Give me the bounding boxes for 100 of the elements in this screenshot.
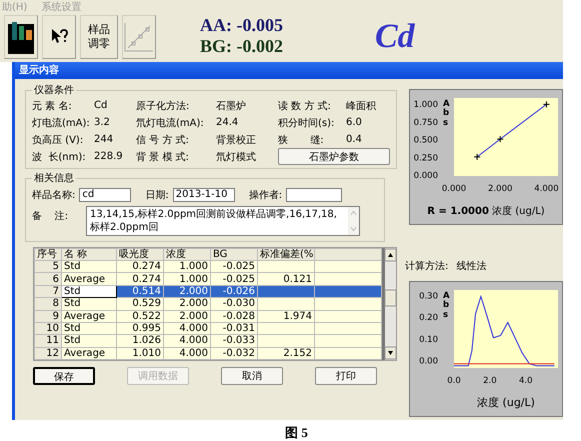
field-label: 积分时间(s): — [278, 116, 336, 130]
row-number: 6 — [34, 272, 62, 286]
table-cell: Std — [62, 260, 116, 273]
date-field[interactable]: 2013-1-10 — [172, 188, 235, 202]
dialog-title: 显示内容 — [15, 62, 563, 79]
field-value: 石墨炉 — [216, 100, 247, 112]
axis-tick-label: 0.30 — [419, 292, 438, 302]
data-point — [542, 100, 550, 108]
table-cell: Std — [62, 298, 116, 310]
figure-caption: 图 5 — [284, 424, 309, 441]
axis-tick-label: 0.250 — [414, 153, 438, 164]
reading-text: BG: -0.002 — [200, 36, 283, 57]
reading-text: AA: -0.005 — [200, 15, 283, 36]
column-header: BG — [210, 248, 258, 260]
table-row[interactable]: 8 Std 0.529 2.000 -0.030 — [34, 298, 382, 310]
table-cell: -0.025 — [210, 272, 258, 286]
column-header: 吸光度 — [116, 248, 164, 260]
axis-tick-label: 0.0 — [447, 376, 461, 386]
field-value: 6.0 — [346, 117, 363, 128]
axis-tick-label: 0.00 — [419, 356, 438, 366]
table-cell: 2.152 — [258, 347, 314, 360]
furnace-params-button[interactable]: 石墨炉参数 — [278, 148, 390, 165]
sample-name-field[interactable]: cd — [79, 188, 132, 202]
column-header: 序号 — [34, 248, 62, 260]
field-value: 0.4 — [346, 134, 363, 145]
table-cell: -0.025 — [210, 260, 258, 273]
table-cell: 1.000 — [164, 260, 210, 273]
table-cell: 0.274 — [116, 260, 164, 273]
axis-title: Abs — [443, 100, 449, 128]
row-number: 5 — [34, 260, 62, 273]
row-number: 9 — [34, 310, 62, 322]
table-row[interactable]: 11 Std 1.026 4.000 -0.033 — [34, 334, 382, 348]
table-cell: 2.000 — [164, 310, 210, 322]
field-label: 计算方法: — [405, 260, 448, 274]
operator-field[interactable] — [286, 188, 342, 202]
column-header: 名 称 — [62, 248, 116, 260]
help-button[interactable] — [42, 15, 76, 59]
axis-tick-label: 0.500 — [414, 136, 438, 146]
table-cell: 4.000 — [164, 322, 210, 335]
axis-tick-label: 2.0 — [483, 376, 497, 386]
table-row[interactable]: 12 Average 1.010 4.000 -0.032 2.152 — [34, 347, 382, 360]
data-point — [474, 153, 481, 160]
field-label: 负高压 (V): — [32, 134, 84, 146]
table-cell: 0.274 — [116, 272, 164, 286]
field-value: 244 — [94, 134, 114, 145]
table-row[interactable]: 6 Average 0.274 1.000 -0.025 0.121 — [34, 272, 382, 286]
table-row[interactable]: 9 Average 0.522 2.000 -0.028 1.974 — [34, 310, 382, 322]
table-cell: 0.529 — [116, 298, 164, 310]
group-title: 仪器条件 — [33, 84, 75, 97]
table-cell: -0.028 — [210, 310, 258, 322]
table-cell: 4.000 — [164, 347, 210, 360]
field-label: 读 数 方 式: — [278, 100, 332, 112]
table-cell: Std — [62, 285, 116, 298]
field-label: 背 景 模 式: — [136, 150, 190, 164]
bar-chart-icon — [8, 20, 34, 54]
axis-tick-label: 0.20 — [419, 313, 438, 324]
axis-title: 浓度 (ug/L) — [477, 396, 535, 409]
field-value: 背景校正 — [216, 134, 257, 146]
field-value: Cd — [94, 100, 108, 111]
dialog-button[interactable]: 保存 — [33, 367, 95, 385]
table-row[interactable]: 10 Std 0.995 4.000 -0.031 — [34, 322, 382, 335]
data-point — [496, 136, 504, 143]
field-label: 原子化方法: — [136, 100, 190, 112]
table-row[interactable]: 7 Std 0.514 2.000 -0.026 — [34, 285, 382, 298]
axis-tick-label: 2.000 — [488, 184, 512, 194]
field-value: 24.4 — [216, 117, 240, 128]
axis-tick-label: 4.000 — [534, 184, 559, 194]
field-label: 样品名称: — [32, 188, 76, 202]
dialog-button[interactable]: 取消 — [221, 367, 283, 385]
table-cell: 1.974 — [258, 310, 314, 322]
table-cell: Std — [62, 322, 116, 335]
table-cell: -0.032 — [210, 347, 258, 360]
table-row[interactable]: 5 Std 0.274 1.000 -0.025 — [34, 260, 382, 273]
field-value: 峰面积 — [346, 100, 377, 112]
element-symbol: Cd — [375, 17, 415, 57]
field-value: 氘灯模式 — [216, 150, 257, 164]
table-cell: 2.000 — [164, 298, 210, 310]
column-header: 标准偏差(% — [258, 248, 314, 260]
table-cell: 0.121 — [258, 272, 314, 286]
axis-tick-label: 1.000 — [414, 100, 438, 110]
axis-tick-label: 0.000 — [414, 171, 438, 181]
field-value: 228.9 — [94, 151, 124, 162]
field-label: 信 号 方 式: — [136, 134, 190, 146]
column-header: 浓度 — [164, 248, 210, 260]
table-cell: 0.995 — [116, 322, 164, 335]
toolbar-button[interactable] — [4, 15, 38, 59]
table-cell: -0.026 — [210, 285, 258, 298]
table-cell: -0.033 — [210, 334, 258, 348]
axis-tick-label: 4.0 — [518, 376, 532, 386]
field-label: 氘灯电流(mA): — [136, 116, 205, 130]
axis-tick-label: 0.000 — [442, 184, 466, 194]
table-cell: 0.522 — [116, 310, 164, 322]
sample-zero-button[interactable]: 样品调零 — [80, 15, 118, 59]
table-cell: Average — [62, 272, 116, 286]
table-cell: Average — [62, 310, 116, 322]
field-label: 元 素 名: — [32, 100, 73, 112]
table-cell: Std — [62, 334, 116, 348]
dialog-button[interactable]: 打印 — [315, 367, 377, 385]
table-cell: 4.000 — [164, 334, 210, 348]
table-cell: 0.514 — [116, 285, 164, 298]
